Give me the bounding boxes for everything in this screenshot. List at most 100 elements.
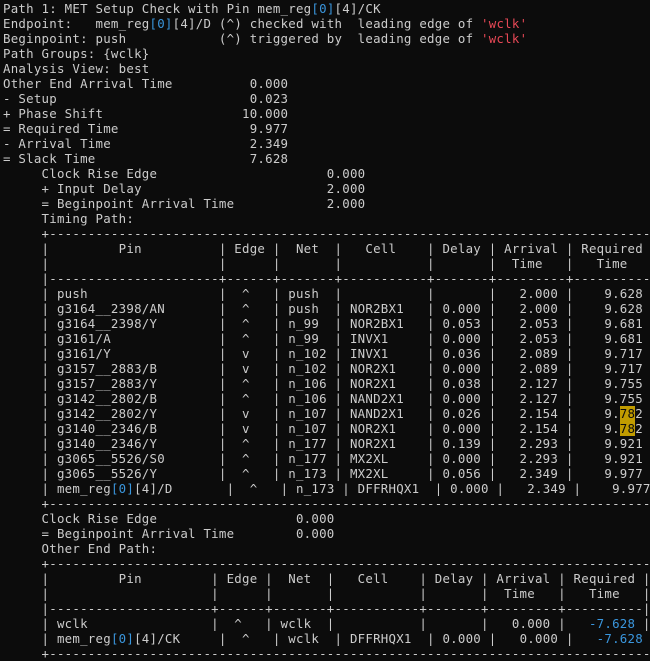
text-segment: [4]/CK: [334, 1, 381, 16]
text-segment: |: [643, 631, 650, 646]
terminal-line: Endpoint: mem_reg[0][4]/D (^) checked wi…: [3, 16, 527, 31]
text-segment: | g3140__2346/B | v | n_107 | NOR2X1 | 0…: [3, 421, 620, 436]
terminal-line: Clock Rise Edge 0.000: [3, 511, 335, 526]
terminal-line: | mem_reg[0][4]/CK | ^ | wclk | DFFRHQX1…: [3, 631, 650, 646]
text-segment: + Phase Shift 10.000: [3, 106, 289, 121]
terminal-line: | g3140__2346/B | v | n_107 | NOR2X1 | 0…: [3, 421, 650, 436]
text-segment: | mem_reg: [3, 481, 111, 496]
text-segment: Endpoint: mem_reg: [3, 16, 150, 31]
terminal-line: | push | ^ | push | | | 2.000 | 9.628 |: [3, 286, 650, 301]
terminal-line: Other End Path:: [3, 541, 157, 556]
terminal-line: | | | | | | Time | Time |: [3, 256, 650, 271]
terminal-line: +---------------------------------------…: [3, 226, 650, 241]
terminal-line: | | | | | | Time | Time |: [3, 586, 650, 601]
text-segment: - Arrival Time 2.349: [3, 136, 289, 151]
terminal-line: | Pin | Edge | Net | Cell | Delay | Arri…: [3, 241, 650, 256]
terminal-line: | mem_reg[0][4]/D | ^ | n_173 | DFFRHQX1…: [3, 481, 650, 496]
text-segment: [4]/D | ^ | n_173 | DFFRHQX1 | 0.000 | 2…: [134, 481, 650, 496]
text-segment: Other End Path:: [3, 541, 158, 556]
text-segment: = Beginpoint Arrival Time 0.000: [3, 526, 335, 541]
terminal-line: | Pin | Edge | Net | Cell | Delay | Arri…: [3, 571, 650, 586]
text-segment: | g3065__5526/S0 | ^ | n_177 | MX2XL | 0…: [3, 451, 650, 466]
text-segment: Beginpoint: push (^) triggered by leadin…: [3, 31, 482, 46]
terminal-line: | g3164__2398/AN | ^ | push | NOR2BX1 | …: [3, 301, 650, 316]
terminal-line: +---------------------------------------…: [3, 496, 650, 511]
text-segment: | g3161/A | ^ | n_99 | INVX1 | 0.000 | 2…: [3, 331, 650, 346]
text-segment: | wclk | ^ | wclk | | | 0.000 |: [3, 616, 589, 631]
text-segment: - Setup 0.023: [3, 91, 289, 106]
terminal-line: | g3161/Y | v | n_102 | INVX1 | 0.036 | …: [3, 346, 650, 361]
text-segment: |: [635, 616, 650, 631]
terminal-line: = Required Time 9.977: [3, 121, 288, 136]
text-segment: [4]/D (^) checked with leading edge of: [172, 16, 482, 31]
terminal-line: | g3157__2883/B | v | n_102 | NOR2X1 | 0…: [3, 361, 650, 376]
terminal-line: | wclk | ^ | wclk | | | 0.000 | -7.628 |: [3, 616, 650, 631]
terminal-line: | g3065__5526/Y | ^ | n_173 | MX2XL | 0.…: [3, 466, 650, 481]
text-segment: Timing Path:: [3, 211, 135, 226]
terminal-line: |----------------------+------+-------+-…: [3, 271, 650, 286]
text-segment: Other End Arrival Time 0.000: [3, 76, 289, 91]
text-segment: +---------------------------------------…: [3, 556, 650, 571]
text-segment: | g3161/Y | v | n_102 | INVX1 | 0.036 | …: [3, 346, 650, 361]
text-segment: | g3142__2802/B | ^ | n_106 | NAND2X1 | …: [3, 391, 650, 406]
terminal-line: = Slack Time 7.628: [3, 151, 288, 166]
text-segment: [0]: [311, 1, 335, 16]
text-segment: | | | | | | Time | Time |: [3, 586, 650, 601]
text-segment: | g3140__2346/Y | ^ | n_177 | NOR2X1 | 0…: [3, 436, 650, 451]
terminal-line: | g3164__2398/Y | ^ | n_99 | NOR2BX1 | 0…: [3, 316, 650, 331]
terminal-line: Clock Rise Edge 0.000: [3, 166, 366, 181]
terminal-line: + Input Delay 2.000: [3, 181, 366, 196]
terminal-line: - Arrival Time 2.349: [3, 136, 288, 151]
text-segment: | g3164__2398/AN | ^ | push | NOR2BX1 | …: [3, 301, 650, 316]
text-segment: -7.628: [596, 631, 643, 646]
text-segment: | mem_reg: [3, 631, 111, 646]
terminal-line: | g3142__2802/B | ^ | n_106 | NAND2X1 | …: [3, 391, 650, 406]
terminal-line: | g3065__5526/S0 | ^ | n_177 | MX2XL | 0…: [3, 451, 650, 466]
text-segment: 2 |: [635, 406, 643, 421]
text-segment: = Beginpoint Arrival Time 2.000: [3, 196, 366, 211]
text-segment: +---------------------------------------…: [3, 226, 650, 241]
text-segment: | g3157__2883/Y | ^ | n_106 | NOR2X1 | 0…: [3, 376, 650, 391]
text-segment: | push | ^ | push | | | 2.000 | 9.628 |: [3, 286, 650, 301]
text-segment: [0]: [110, 631, 135, 646]
terminal-line: = Beginpoint Arrival Time 0.000: [3, 526, 335, 541]
text-segment: 78: [619, 406, 636, 421]
terminal-line: | g3161/A | ^ | n_99 | INVX1 | 0.000 | 2…: [3, 331, 650, 346]
terminal-line: Path Groups: {wclk}: [3, 46, 150, 61]
terminal-line: | g3157__2883/Y | ^ | n_106 | NOR2X1 | 0…: [3, 376, 650, 391]
text-segment: | g3065__5526/Y | ^ | n_173 | MX2XL | 0.…: [3, 466, 650, 481]
text-segment: 2 |: [635, 421, 643, 436]
text-segment: | Pin | Edge | Net | Cell | Delay | Arri…: [3, 571, 650, 586]
text-segment: [0]: [149, 16, 173, 31]
text-segment: Clock Rise Edge 0.000: [3, 166, 366, 181]
terminal-line: = Beginpoint Arrival Time 2.000: [3, 196, 366, 211]
text-segment: + Input Delay 2.000: [3, 181, 366, 196]
text-segment: | Pin | Edge | Net | Cell | Delay | Arri…: [3, 241, 650, 256]
terminal-line: +---------------------------------------…: [3, 556, 650, 571]
terminal-line: Timing Path:: [3, 211, 134, 226]
text-segment: +---------------------------------------…: [3, 646, 650, 661]
text-segment: 78: [619, 421, 636, 436]
text-segment: = Required Time 9.977: [3, 121, 289, 136]
terminal-line: +---------------------------------------…: [3, 646, 650, 661]
text-segment: | g3142__2802/Y | v | n_107 | NAND2X1 | …: [3, 406, 620, 421]
text-segment: Clock Rise Edge 0.000: [3, 511, 335, 526]
text-segment: |---------------------+------+-------+--…: [3, 601, 650, 616]
text-segment: 'wclk': [481, 31, 528, 46]
text-segment: | g3164__2398/Y | ^ | n_99 | NOR2BX1 | 0…: [3, 316, 650, 331]
text-segment: -7.628: [588, 616, 636, 631]
terminal-line: - Setup 0.023: [3, 91, 288, 106]
text-segment: [0]: [110, 481, 135, 496]
terminal-line: + Phase Shift 10.000: [3, 106, 288, 121]
terminal-line: Analysis View: best: [3, 61, 150, 76]
terminal-line: Other End Arrival Time 0.000: [3, 76, 288, 91]
terminal-line: |---------------------+------+-------+--…: [3, 601, 650, 616]
text-segment: Path Groups: {wclk}: [3, 46, 150, 61]
text-segment: Path 1: MET Setup Check with Pin mem_reg: [3, 1, 312, 16]
text-segment: [4]/CK | ^ | wclk | DFFRHQX1 | 0.000 | 0…: [134, 631, 597, 646]
text-segment: Analysis View: best: [3, 61, 150, 76]
text-segment: +---------------------------------------…: [3, 496, 650, 511]
text-segment: | g3157__2883/B | v | n_102 | NOR2X1 | 0…: [3, 361, 650, 376]
terminal-line: | g3140__2346/Y | ^ | n_177 | NOR2X1 | 0…: [3, 436, 650, 451]
text-segment: = Slack Time 7.628: [3, 151, 289, 166]
